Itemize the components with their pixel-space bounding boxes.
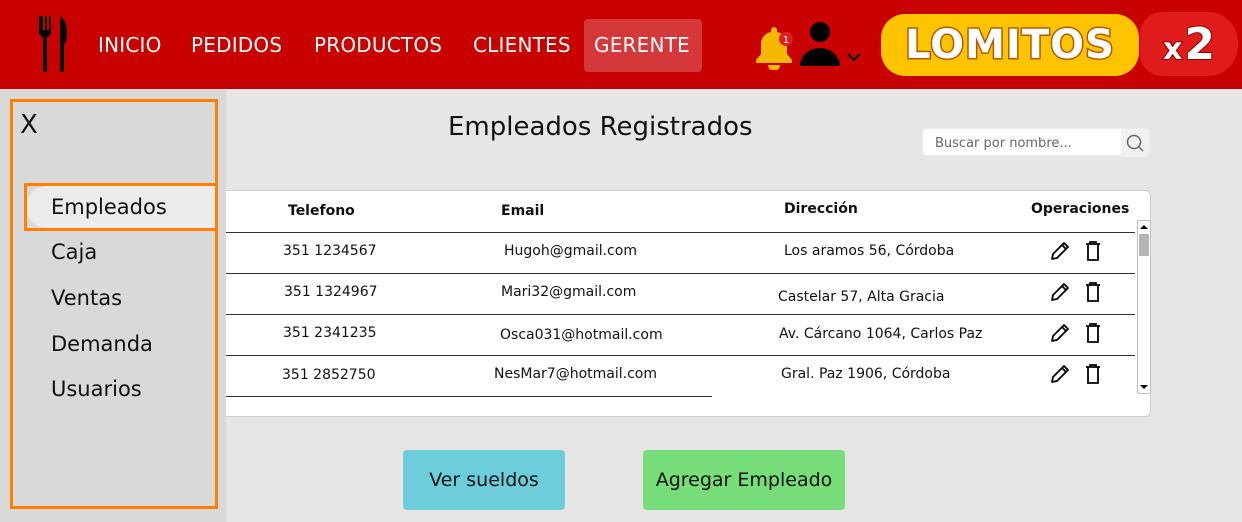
user-icon[interactable]: [798, 20, 864, 68]
cell-direccion: Castelar 57, Alta Gracia: [778, 289, 945, 305]
nav-productos[interactable]: PRODUCTOS: [314, 33, 442, 57]
agregar-empleado-button[interactable]: Agregar Empleado: [643, 450, 845, 510]
row-divider: [226, 273, 1135, 274]
trash-icon[interactable]: [1082, 363, 1104, 385]
cell-direccion: Los aramos 56, Córdoba: [784, 243, 955, 259]
edit-icon[interactable]: [1049, 322, 1071, 344]
trash-icon[interactable]: [1082, 322, 1104, 344]
close-sidebar-button[interactable]: X: [20, 110, 38, 140]
search-box: [922, 128, 1150, 157]
cell-telefono: 351 1324967: [284, 284, 378, 300]
scrollbar-thumb[interactable]: [1139, 234, 1149, 256]
cell-telefono: 351 2852750: [282, 367, 376, 383]
brand-x2-badge: x2: [1140, 12, 1238, 76]
row-divider: [226, 314, 1135, 315]
trash-icon[interactable]: [1082, 281, 1104, 303]
notification-count: 1: [783, 35, 789, 46]
column-header-operaciones: Operaciones: [1031, 201, 1130, 217]
edit-icon[interactable]: [1049, 240, 1071, 262]
sidebar-item-demanda[interactable]: Demanda: [51, 332, 153, 356]
scroll-down-icon[interactable]: [1140, 383, 1148, 391]
trash-icon[interactable]: [1082, 240, 1104, 262]
nav-inicio[interactable]: INICIO: [98, 33, 162, 57]
sidebar-item-ventas[interactable]: Ventas: [51, 286, 122, 310]
chevron-down-icon: [847, 53, 861, 62]
brand-logo: LOMITOS: [881, 14, 1139, 76]
cell-email: Mari32@gmail.com: [501, 284, 637, 300]
search-button[interactable]: [1121, 129, 1149, 157]
nav-clientes[interactable]: CLIENTES: [473, 33, 571, 57]
page-title: Empleados Registrados: [448, 112, 753, 142]
row-divider: [226, 232, 712, 233]
column-header-direccion: Dirección: [784, 201, 858, 217]
cell-direccion: Av. Cárcano 1064, Carlos Paz: [779, 326, 983, 342]
cell-email: NesMar7@hotmail.com: [494, 366, 657, 382]
cell-direccion: Gral. Paz 1906, Córdoba: [781, 366, 951, 382]
column-header-email: Email: [501, 203, 545, 219]
sidebar-item-empleados[interactable]: Empleados: [51, 195, 167, 219]
row-divider: [226, 355, 1135, 356]
column-header-telefono: Telefono: [288, 203, 355, 219]
cell-telefono: 351 1234567: [283, 243, 377, 259]
cell-telefono: 351 2341235: [283, 325, 377, 341]
bell-icon[interactable]: 1: [750, 26, 796, 70]
sidebar-item-usuarios[interactable]: Usuarios: [51, 377, 142, 401]
edit-icon[interactable]: [1049, 281, 1071, 303]
cell-email: Hugoh@gmail.com: [504, 243, 637, 259]
ver-sueldos-button[interactable]: Ver sueldos: [403, 450, 565, 510]
search-icon: [1126, 134, 1144, 152]
nav-pedidos[interactable]: PEDIDOS: [191, 33, 282, 57]
sidebar-item-caja[interactable]: Caja: [51, 240, 97, 264]
edit-icon[interactable]: [1049, 363, 1071, 385]
row-divider: [712, 232, 1135, 233]
row-divider: [226, 396, 712, 397]
nav-gerente[interactable]: GERENTE: [594, 33, 690, 57]
cell-email: Osca031@hotmail.com: [500, 327, 663, 343]
scroll-up-icon[interactable]: [1140, 223, 1148, 231]
search-input[interactable]: [935, 133, 1119, 153]
utensils-icon[interactable]: [36, 16, 70, 72]
